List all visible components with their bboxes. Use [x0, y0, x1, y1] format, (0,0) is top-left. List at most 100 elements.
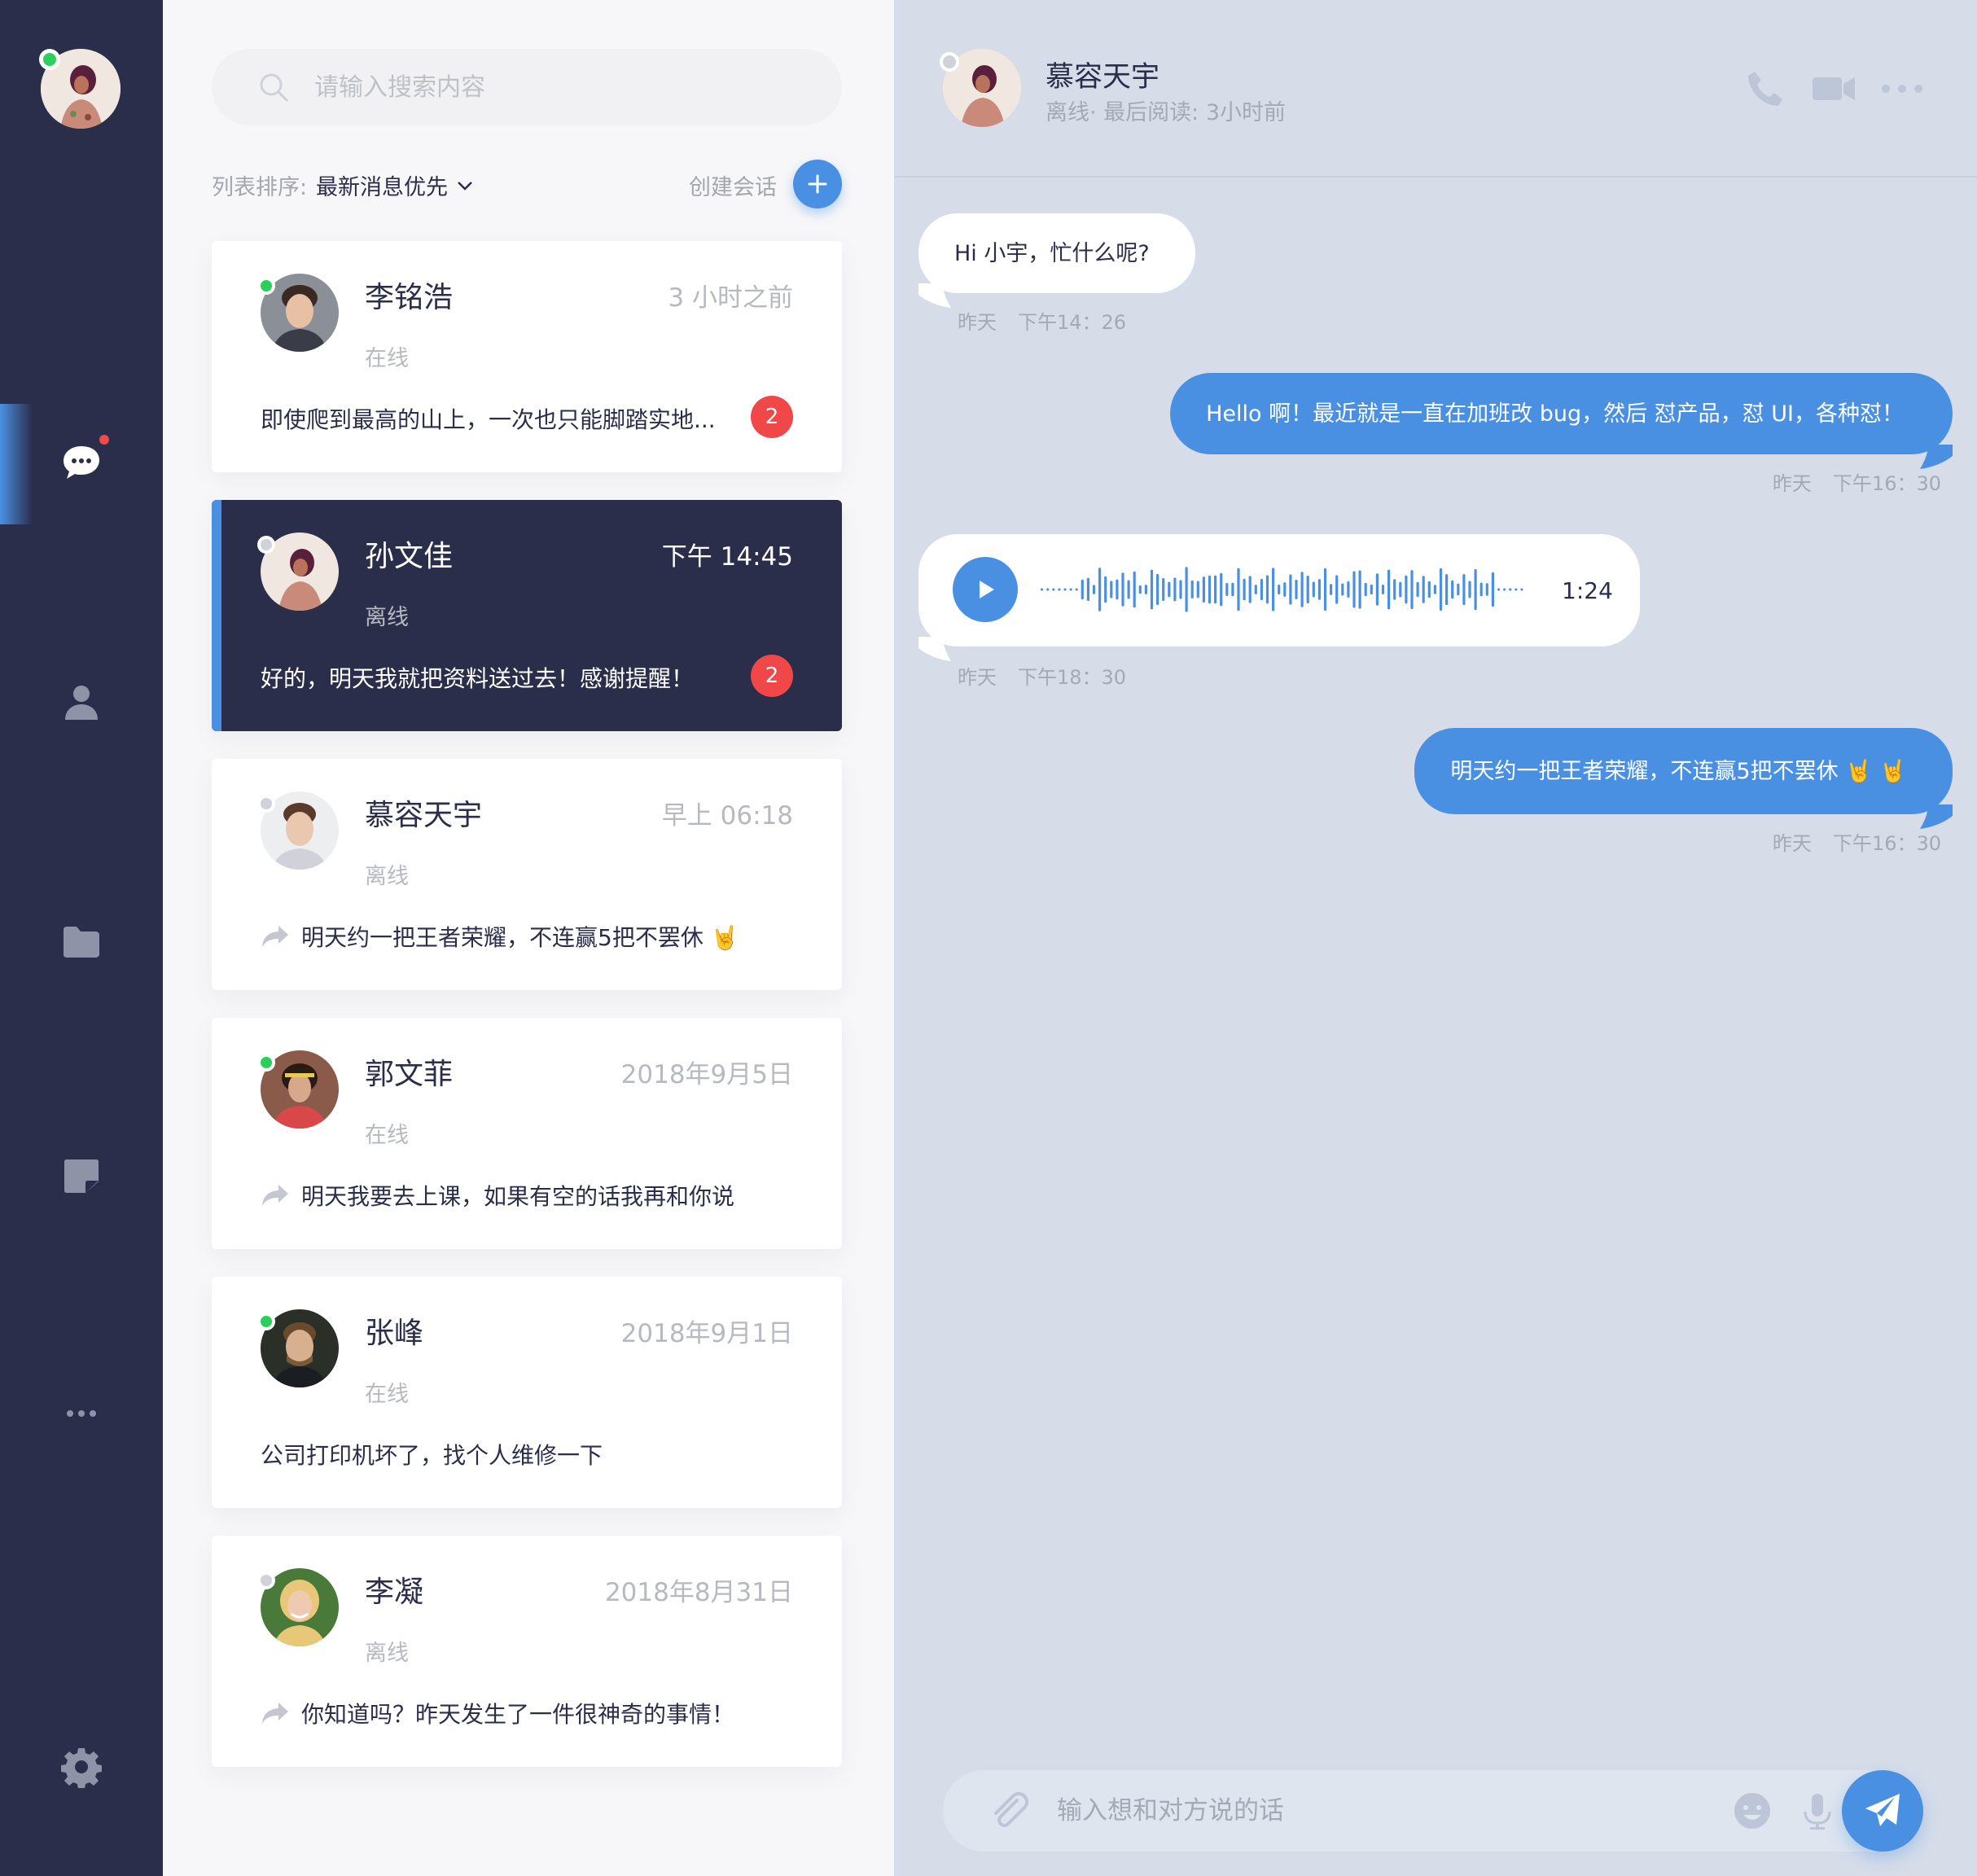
- waveform-bar: [1081, 579, 1084, 600]
- waveform-bar: [1427, 581, 1431, 598]
- create-conversation-button[interactable]: [793, 160, 842, 208]
- contact-status: 在线: [365, 346, 409, 371]
- conversation-item-active[interactable]: 孙文佳 下午 14:45 离线 好的，明天我就把资料送过去！感谢提醒！ 2: [212, 500, 842, 731]
- contact-name: 慕容天宇: [365, 799, 483, 832]
- chat-contact-status: 离线· 最后阅读: 3小时前: [1045, 100, 1287, 125]
- conversation-item[interactable]: 李凝 2018年8月31日 离线 你知道吗？昨天发生了一件很神奇的事情！: [212, 1536, 842, 1767]
- waveform-bar: [1457, 583, 1460, 596]
- message-preview-text: 明天我要去上课，如果有空的话我再和你说: [301, 1183, 735, 1210]
- gear-icon[interactable]: [57, 1742, 106, 1791]
- more-options-icon[interactable]: [1878, 67, 1927, 111]
- waveform-bar: [1208, 575, 1212, 604]
- waveform-bar: [1520, 588, 1523, 591]
- outgoing-message: Hello 啊！最近就是一直在加班改 bug，然后 怼产品，怼 UI，各种怼！: [1170, 373, 1953, 469]
- presence-indicator: [257, 536, 275, 554]
- folder-icon[interactable]: [57, 917, 106, 966]
- message-day: 昨天: [958, 666, 997, 689]
- message-preview: 你知道吗？昨天发生了一件很神奇的事情！: [261, 1697, 734, 1729]
- waveform-bar: [1214, 575, 1217, 604]
- message-time: 下午18：30: [1018, 666, 1127, 689]
- search-input[interactable]: [314, 72, 803, 102]
- waveform-bar: [1445, 574, 1449, 606]
- incoming-message: Hi 小宇，忙什么呢?: [918, 213, 1195, 308]
- bubble-tail: [1920, 804, 1953, 829]
- waveform-bar: [1515, 588, 1518, 591]
- send-icon: [1865, 1794, 1900, 1826]
- waveform-bar: [1352, 571, 1356, 608]
- waveform-bar: [1422, 576, 1425, 603]
- message-input[interactable]: [1057, 1793, 1676, 1829]
- contact-status: 离线: [365, 605, 409, 630]
- microphone-icon[interactable]: [1793, 1786, 1842, 1835]
- message-preview: 即使爬到最高的山上，一次也只能脚踏实地...: [261, 402, 716, 435]
- waveform-bar: [1485, 583, 1488, 596]
- play-icon: [980, 581, 994, 598]
- waveform-bar: [1196, 581, 1199, 598]
- create-conversation-label[interactable]: 创建会话: [689, 169, 777, 201]
- chat-icon[interactable]: [57, 438, 106, 487]
- waveform-bar: [1300, 572, 1304, 607]
- sort-value-label: 最新消息优先: [316, 175, 448, 200]
- waveform-bar: [1243, 578, 1246, 601]
- waveform-bar: [1265, 575, 1269, 604]
- contact-status: 离线: [365, 1641, 409, 1666]
- bubble-tail: [1920, 445, 1953, 469]
- presence-indicator: [257, 795, 275, 813]
- waveform-bar: [1092, 585, 1096, 594]
- message-preview: 公司打印机坏了，找个人维修一下: [261, 1438, 603, 1471]
- message-preview-text: 你知道吗？昨天发生了一件很神奇的事情！: [301, 1701, 735, 1728]
- phone-icon[interactable]: [1741, 67, 1790, 111]
- emoji-icon[interactable]: [1728, 1786, 1777, 1835]
- video-icon[interactable]: [1809, 67, 1858, 111]
- active-nav-indicator: [0, 404, 33, 524]
- message-day: 昨天: [958, 311, 997, 334]
- waveform-bar: [1254, 585, 1257, 594]
- waveform-bar: [1509, 588, 1512, 591]
- waveform-bar: [1046, 588, 1050, 591]
- conversation-item[interactable]: 张峰 2018年9月1日 在线 公司打印机坏了，找个人维修一下: [212, 1277, 842, 1508]
- note-icon[interactable]: [57, 1151, 106, 1200]
- conversation-item[interactable]: 慕容天宇 早上 06:18 离线 明天约一把王者荣耀，不连赢5把不罢休 🤘: [212, 759, 842, 990]
- waveform-bar: [1237, 568, 1240, 611]
- waveform-bar: [1399, 581, 1402, 598]
- waveform-bar: [1370, 584, 1373, 595]
- presence-indicator: [257, 277, 275, 295]
- play-button[interactable]: [953, 557, 1018, 622]
- send-button[interactable]: [1842, 1770, 1923, 1852]
- message-day: 昨天: [1772, 472, 1812, 495]
- waveform-bar: [1058, 588, 1061, 591]
- message-preview-text: 即使爬到最高的山上，一次也只能脚踏实地...: [261, 406, 716, 433]
- message-time: 2018年8月31日: [604, 1578, 793, 1607]
- waveform-bar: [1231, 582, 1234, 597]
- chevron-down-icon: [458, 181, 472, 191]
- message-time: 下午16：30: [1832, 832, 1941, 855]
- waveform-bar: [1086, 577, 1089, 602]
- message-preview-text: 好的，明天我就把资料送过去！感谢提醒！: [261, 665, 695, 692]
- message-text: 明天约一把王者荣耀，不连赢5把不罢休 🤘 🤘: [1450, 758, 1907, 784]
- search-bar[interactable]: [212, 49, 842, 125]
- waveform-bar: [1491, 572, 1494, 607]
- waveform-bar: [1503, 588, 1506, 591]
- waveform-bar: [1387, 569, 1391, 610]
- contact-name: 李铭浩: [365, 281, 454, 314]
- conversation-item[interactable]: 郭文菲 2018年9月5日 在线 明天我要去上课，如果有空的话我再和你说: [212, 1018, 842, 1249]
- waveform-bar: [1451, 580, 1454, 599]
- waveform-bar: [1185, 567, 1188, 612]
- waveform-bar: [1150, 569, 1154, 610]
- attachment-icon[interactable]: [985, 1786, 1034, 1835]
- waveform-bar: [1306, 576, 1309, 603]
- presence-indicator: [257, 1313, 275, 1330]
- user-icon[interactable]: [57, 677, 106, 726]
- waveform-bar: [1052, 588, 1055, 591]
- message-time: 早上 06:18: [661, 801, 793, 831]
- more-icon[interactable]: [57, 1389, 106, 1438]
- waveform-bar: [1283, 582, 1287, 597]
- conversation-item[interactable]: 李铭浩 3 小时之前 在线 即使爬到最高的山上，一次也只能脚踏实地... 2: [212, 241, 842, 472]
- message-meta: 昨天 下午18：30: [958, 661, 1126, 690]
- waveform-bar: [1168, 581, 1171, 598]
- message-meta: 昨天 下午16：30: [1773, 827, 1941, 856]
- waveform-bar: [1173, 577, 1177, 602]
- sort-dropdown[interactable]: 最新消息优先: [316, 169, 474, 201]
- voice-duration: 1:24: [1562, 577, 1613, 604]
- message-day: 昨天: [1772, 832, 1812, 855]
